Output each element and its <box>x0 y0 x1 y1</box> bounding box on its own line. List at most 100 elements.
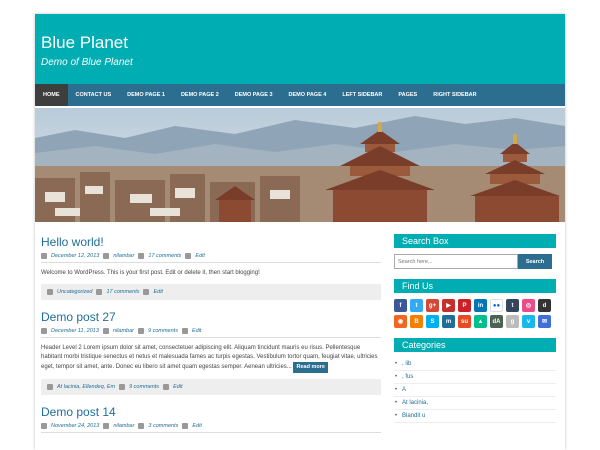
post-footer-edit[interactable]: Edit <box>173 384 182 390</box>
post-edit-link[interactable]: Edit <box>192 423 201 429</box>
youtube-icon[interactable]: ▶ <box>442 299 455 312</box>
skype-icon[interactable]: S <box>426 315 439 328</box>
pagoda-cityscape-image <box>35 108 565 222</box>
comment-icon <box>138 423 145 429</box>
read-more-button[interactable]: Read more <box>293 362 328 373</box>
nav-item-demo-page-2[interactable]: DEMO PAGE 2 <box>173 84 227 106</box>
post-categories[interactable]: Uncategorized <box>57 289 92 295</box>
user-icon <box>103 253 110 259</box>
pencil-icon <box>143 289 150 295</box>
pencil-icon <box>163 384 170 390</box>
site-header: Blue Planet Demo of Blue Planet <box>35 14 565 84</box>
email-icon[interactable]: ✉ <box>538 315 551 328</box>
nav-item-demo-page-4[interactable]: DEMO PAGE 4 <box>281 84 335 106</box>
post-list: Hello world! December 12, 2013 nilambar … <box>41 232 381 443</box>
category-item[interactable]: At lacinia, <box>394 397 556 410</box>
goodreads-icon[interactable]: g <box>506 315 519 328</box>
post-excerpt: Header Level 2 Lorem ipsum dolor sit ame… <box>41 344 381 373</box>
digg-icon[interactable]: d <box>538 299 551 312</box>
folder-icon <box>47 384 53 390</box>
comment-icon <box>119 384 126 390</box>
find-us-widget-title: Find Us <box>394 279 556 293</box>
blogger-icon[interactable]: B <box>410 315 423 328</box>
categories-widget-title: Categories <box>394 338 556 352</box>
rss-icon[interactable]: ◉ <box>394 315 407 328</box>
post-footer-meta: At lacinia, Ellendeq, Em 9 comments Edit <box>41 379 381 395</box>
linkedin-icon[interactable]: in <box>474 299 487 312</box>
pencil-icon <box>182 423 189 429</box>
nav-item-demo-page-1[interactable]: DEMO PAGE 1 <box>119 84 173 106</box>
calendar-icon <box>41 423 47 429</box>
vine-icon[interactable]: ▲ <box>474 315 487 328</box>
post-footer-comments[interactable]: 9 comments <box>129 384 159 390</box>
post-meta: November 24, 2013 nilambar 3 comments Ed… <box>41 423 381 433</box>
comment-icon <box>138 328 144 334</box>
google-plus-icon[interactable]: g+ <box>426 299 439 312</box>
post-author[interactable]: nilambar <box>113 423 134 429</box>
category-item[interactable]: , fus <box>394 371 556 384</box>
nav-item-pages[interactable]: PAGES <box>390 84 425 106</box>
post-author[interactable]: nilambar <box>113 328 134 334</box>
deviantart-icon[interactable]: dA <box>490 315 503 328</box>
post-date[interactable]: December 11, 2013 <box>51 328 99 334</box>
post-author[interactable]: nilambar <box>113 253 134 259</box>
flickr-icon[interactable]: ●● <box>490 299 503 312</box>
nav-item-left-sidebar[interactable]: LEFT SIDEBAR <box>334 84 390 106</box>
post-excerpt: Welcome to WordPress. This is your first… <box>41 270 260 276</box>
post-date[interactable]: December 12, 2013 <box>51 253 99 259</box>
post-edit-link[interactable]: Edit <box>192 328 201 334</box>
post-comments[interactable]: 9 comments <box>148 328 178 334</box>
site-title[interactable]: Blue Planet <box>41 33 128 53</box>
category-item[interactable]: A <box>394 384 556 397</box>
post-hello-world: Hello world! December 12, 2013 nilambar … <box>41 235 381 300</box>
comment-icon <box>96 289 103 295</box>
post-edit-link[interactable]: Edit <box>195 253 204 259</box>
myspace-icon[interactable]: m <box>442 315 455 328</box>
stumbleupon-icon[interactable]: su <box>458 315 471 328</box>
user-icon <box>102 328 109 334</box>
post-demo-27: Demo post 27 December 11, 2013 nilambar … <box>41 310 381 395</box>
social-icons: f t g+ ▶ Pin ●● t ◎ d ◉ B Sm su ▲ dA g v ✉ <box>394 299 552 328</box>
post-comments[interactable]: 3 comments <box>148 423 178 429</box>
facebook-icon[interactable]: f <box>394 299 407 312</box>
post-footer-meta: Uncategorized 17 comments Edit <box>41 284 381 300</box>
post-demo-14: Demo post 14 November 24, 2013 nilambar … <box>41 405 381 433</box>
dribbble-icon[interactable]: ◎ <box>522 299 535 312</box>
post-comments[interactable]: 17 comments <box>148 253 181 259</box>
calendar-icon <box>41 253 47 259</box>
tumblr-icon[interactable]: t <box>506 299 519 312</box>
category-list: , lib , fus A At lacinia, Blandit u <box>394 358 556 423</box>
calendar-icon <box>41 328 47 334</box>
post-categories[interactable]: At lacinia, Ellendeq, Em <box>57 384 115 390</box>
comment-icon <box>138 253 145 259</box>
post-title[interactable]: Demo post 27 <box>41 310 381 324</box>
nav-item-home[interactable]: HOME <box>35 84 68 106</box>
pencil-icon <box>185 253 192 259</box>
pinterest-icon[interactable]: P <box>458 299 471 312</box>
search-input[interactable] <box>394 254 518 269</box>
vimeo-icon[interactable]: v <box>522 315 535 328</box>
site-description: Demo of Blue Planet <box>41 57 133 68</box>
post-title[interactable]: Hello world! <box>41 235 381 249</box>
post-meta: December 12, 2013 nilambar 17 comments E… <box>41 253 381 263</box>
post-date[interactable]: November 24, 2013 <box>51 423 99 429</box>
nav-item-right-sidebar[interactable]: RIGHT SIDEBAR <box>425 84 484 106</box>
search-widget-title: Search Box <box>394 234 556 248</box>
post-meta: December 11, 2013 nilambar 9 comments Ed… <box>41 328 381 338</box>
search-form: Search <box>394 254 556 269</box>
twitter-icon[interactable]: t <box>410 299 423 312</box>
search-button[interactable]: Search <box>518 254 552 269</box>
folder-icon <box>47 289 53 295</box>
category-item[interactable]: Blandit u <box>394 410 556 423</box>
pencil-icon <box>181 328 188 334</box>
post-title[interactable]: Demo post 14 <box>41 405 381 419</box>
page-wrapper: Blue Planet Demo of Blue Planet HOME CON… <box>35 14 565 450</box>
right-sidebar: Search Box Search Find Us ftg+▶Pin●●t◎d◉… <box>394 234 556 423</box>
main-nav: HOME CONTACT US DEMO PAGE 1 DEMO PAGE 2 … <box>35 84 565 106</box>
nav-item-contact-us[interactable]: CONTACT US <box>68 84 120 106</box>
nav-item-demo-page-3[interactable]: DEMO PAGE 3 <box>227 84 281 106</box>
category-item[interactable]: , lib <box>394 358 556 371</box>
header-banner-image <box>35 108 565 222</box>
post-footer-comments[interactable]: 17 comments <box>106 289 139 295</box>
post-footer-edit[interactable]: Edit <box>153 289 162 295</box>
